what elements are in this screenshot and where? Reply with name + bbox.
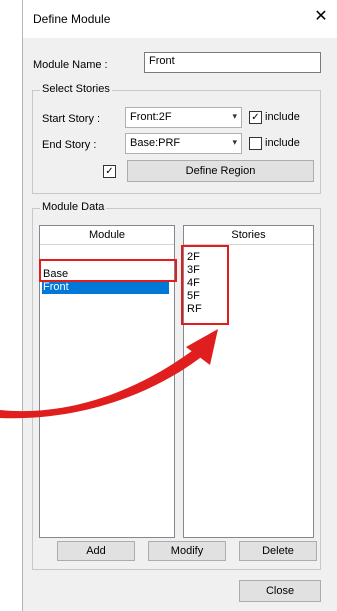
add-button[interactable]: Add <box>57 541 135 561</box>
delete-button[interactable]: Delete <box>239 541 317 561</box>
module-name-input[interactable]: Front <box>144 52 321 73</box>
stories-highlight-box <box>181 245 229 325</box>
chevron-down-icon: ▾ <box>232 111 237 121</box>
close-button[interactable]: Close <box>239 580 321 602</box>
list-item-selected[interactable]: Front <box>42 281 169 294</box>
module-name-label: Module Name : <box>33 59 108 71</box>
end-include-label: include <box>265 137 300 149</box>
chevron-down-icon: ▾ <box>232 137 237 147</box>
select-stories-group: Select Stories Start Story : Front:2F ▾ … <box>32 83 321 194</box>
module-data-caption: Module Data <box>40 201 107 213</box>
module-column-header: Module <box>40 226 174 245</box>
define-module-dialog: Define Module ✕ Module Name : Front Sele… <box>22 0 337 611</box>
annotation-arrow <box>0 329 218 419</box>
module-highlight-box <box>39 259 177 282</box>
arrow-shaft <box>0 348 200 419</box>
modify-button[interactable]: Modify <box>148 541 226 561</box>
start-include-checkbox[interactable]: ✓ <box>249 111 262 124</box>
close-icon[interactable]: ✕ <box>313 9 329 25</box>
end-story-dropdown[interactable]: Base:PRF ▾ <box>125 133 242 154</box>
stories-column-header: Stories <box>184 226 313 245</box>
end-include-checkbox[interactable] <box>249 137 262 150</box>
end-story-value: Base:PRF <box>130 137 181 149</box>
select-stories-caption: Select Stories <box>40 83 112 95</box>
define-region-button[interactable]: Define Region <box>127 160 314 182</box>
start-include-label: include <box>265 111 300 123</box>
dialog-title: Define Module <box>33 12 111 26</box>
title-bar: Define Module ✕ <box>23 0 337 38</box>
start-story-label: Start Story : <box>42 113 101 125</box>
define-region-checkbox[interactable]: ✓ <box>103 165 116 178</box>
end-story-label: End Story : <box>42 139 97 151</box>
start-story-value: Front:2F <box>130 111 172 123</box>
start-story-dropdown[interactable]: Front:2F ▾ <box>125 107 242 128</box>
